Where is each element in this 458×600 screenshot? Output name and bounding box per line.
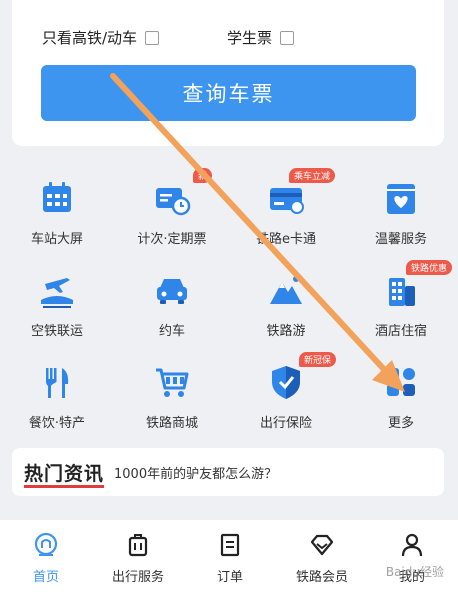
service-label: 铁路e卡通 [256,232,316,247]
service-label: 铁路商城 [145,416,198,431]
service-label: 餐饮·特产 [28,416,86,431]
station-screen-icon [43,182,71,212]
service-more[interactable]: 更多 [344,344,458,432]
service-e-card[interactable]: 乘车立减 铁路e卡通 [229,160,343,248]
hotel-icon [389,278,415,306]
service-badge: 乘车立减 [289,168,336,183]
service-label: 约车 [158,324,185,339]
hot-news-headline[interactable]: 1000年前的驴友都怎么游？ [114,463,277,482]
service-periodic-ticket[interactable]: 新 计次·定期票 [115,160,229,248]
bottom-tab-bar: 首页 出行服务 订单 铁路会员 我的 [0,520,458,600]
service-badge: 铁路优惠 [406,260,453,275]
query-tickets-button[interactable]: 查询车票 [41,65,416,121]
baidu-watermark: Baidu经验 [385,565,444,579]
car-icon [157,279,187,304]
student-ticket-label: 学生票 [227,29,273,47]
ticket-card-icon [156,188,191,216]
home-icon [34,532,58,556]
service-food[interactable]: 餐饮·特产 [0,344,114,432]
service-station-screen[interactable]: 车站大屏 [0,160,114,248]
order-icon [220,533,240,557]
mountain-icon [270,276,302,304]
plane-train-icon [41,278,73,308]
e-card-icon [270,188,304,214]
diamond-icon [310,534,334,556]
tab-orders[interactable]: 订单 [184,520,276,600]
shield-icon [272,366,300,399]
tab-travel-service[interactable]: 出行服务 [92,520,184,600]
service-label: 酒店住宿 [374,324,427,339]
service-air-rail[interactable]: 空铁联运 [0,252,114,340]
service-label: 车站大屏 [30,232,83,247]
tab-home[interactable]: 首页 [0,520,92,600]
luggage-icon [128,534,148,557]
service-label: 铁路游 [266,324,306,339]
fork-knife-icon [46,368,69,398]
gaotie-only-option[interactable]: 只看高铁/动车 [42,27,160,48]
tab-label: 铁路会员 [295,570,348,585]
service-car[interactable]: 约车 [115,252,229,340]
student-ticket-checkbox[interactable] [280,30,295,45]
tab-label: 订单 [216,570,243,585]
service-badge: 新 [193,168,213,183]
search-card: 只看高铁/动车 学生票 查询车票 [12,0,444,146]
tab-label: 首页 [32,570,59,585]
service-label: 出行保险 [259,416,312,431]
tab-label: 出行服务 [111,570,164,585]
more-grid-icon [387,368,415,396]
hot-news-tag: 热门资讯 [24,459,105,488]
heart-bag-icon [387,184,415,214]
gaotie-only-label: 只看高铁/动车 [42,29,138,47]
gaotie-only-checkbox[interactable] [145,30,160,45]
service-hotel[interactable]: 铁路优惠 酒店住宿 [344,252,458,340]
shopping-cart-icon [156,368,189,397]
service-warm[interactable]: 温馨服务 [344,160,458,248]
service-insurance[interactable]: 新冠保 出行保险 [229,344,343,432]
service-badge: 新冠保 [299,352,337,367]
tab-membership[interactable]: 铁路会员 [276,520,368,600]
user-icon [401,533,423,557]
service-rail-travel[interactable]: 铁路游 [229,252,343,340]
service-label: 空铁联运 [30,324,83,339]
service-label: 计次·定期票 [137,232,207,247]
hot-news-bar[interactable]: 热门资讯 1000年前的驴友都怎么游？ [12,448,444,496]
service-label: 温馨服务 [374,232,427,247]
hot-news-tag-text: 热门资讯 [24,462,105,488]
service-mall[interactable]: 铁路商城 [115,344,229,432]
student-ticket-option[interactable]: 学生票 [227,27,295,48]
service-label: 更多 [387,416,414,431]
tab-mine[interactable]: 我的 [366,520,458,600]
